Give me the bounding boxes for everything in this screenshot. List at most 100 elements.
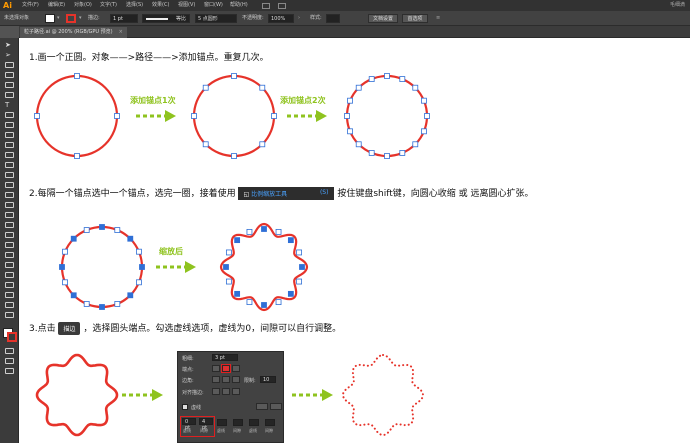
artboard[interactable]: 1.画一个正圆。对象——>路径——>添加锚点。重复几次。 添加锚点1次 添加锚点… bbox=[19, 38, 690, 443]
bevel-join-icon[interactable] bbox=[232, 376, 240, 383]
eyedropper-tool-icon[interactable] bbox=[5, 242, 14, 248]
draw-mode-icon[interactable] bbox=[5, 358, 14, 364]
graphic-style-picker[interactable] bbox=[326, 14, 340, 23]
direct-selection-tool-icon[interactable]: ➢ bbox=[5, 52, 14, 59]
column-graph-tool-icon[interactable] bbox=[5, 272, 14, 278]
align-center-icon[interactable] bbox=[212, 388, 220, 395]
dash-3-input[interactable] bbox=[249, 419, 259, 426]
anchor-point bbox=[421, 97, 427, 104]
paintbrush-tool-icon[interactable] bbox=[5, 132, 14, 138]
anchor-point bbox=[299, 264, 305, 270]
scaled-wavy-shape bbox=[219, 222, 309, 312]
chevron-right-icon[interactable]: › bbox=[298, 14, 304, 23]
menu-help[interactable]: 帮助(H) bbox=[230, 0, 248, 11]
mesh-tool-icon[interactable] bbox=[5, 222, 14, 228]
workspace-switcher[interactable]: 毛细滴 bbox=[670, 0, 685, 11]
pen-tool-icon[interactable] bbox=[5, 82, 14, 88]
magic-wand-tool-icon[interactable] bbox=[5, 62, 14, 68]
round-join-icon[interactable] bbox=[222, 376, 230, 383]
projecting-cap-icon[interactable] bbox=[232, 365, 240, 372]
align-icon[interactable]: ≡ bbox=[436, 14, 446, 23]
anchor-point bbox=[412, 84, 419, 91]
menu-file[interactable]: 文件(F) bbox=[22, 0, 39, 11]
line-tool-icon[interactable] bbox=[5, 112, 14, 118]
gap-3-input[interactable] bbox=[265, 419, 275, 426]
gradient-tool-icon[interactable] bbox=[5, 232, 14, 238]
symbol-sprayer-tool-icon[interactable] bbox=[5, 262, 14, 268]
pencil-tool-icon[interactable] bbox=[5, 142, 14, 148]
stroke-color-swatch[interactable] bbox=[7, 332, 17, 342]
limit-input[interactable]: 10 bbox=[260, 376, 276, 383]
butt-cap-icon[interactable] bbox=[212, 365, 220, 372]
dash-2-input[interactable] bbox=[217, 419, 227, 426]
bridge-icon[interactable] bbox=[262, 3, 270, 9]
opacity-input[interactable]: 100% bbox=[268, 14, 294, 23]
chevron-down-icon[interactable]: ▾ bbox=[57, 14, 63, 23]
menu-object[interactable]: 对象(O) bbox=[74, 0, 92, 11]
fill-swatch[interactable] bbox=[45, 14, 55, 23]
curvature-tool-icon[interactable] bbox=[5, 92, 14, 98]
anchor-point bbox=[355, 84, 362, 91]
zoom-tool-icon[interactable] bbox=[5, 312, 14, 318]
free-transform-tool-icon[interactable] bbox=[5, 192, 14, 198]
eraser-tool-icon[interactable] bbox=[5, 152, 14, 158]
round-cap-highlight bbox=[221, 364, 231, 373]
artboard-tool-icon[interactable] bbox=[5, 282, 14, 288]
anchor-point bbox=[99, 304, 105, 310]
stroke-weight-input[interactable]: 1 pt bbox=[110, 14, 138, 23]
menu-window[interactable]: 窗口(W) bbox=[204, 0, 223, 11]
stroke-swatch[interactable] bbox=[66, 14, 76, 23]
document-tab[interactable]: 粒子路径.ai @ 200% (RGB/GPU 预览) × bbox=[20, 27, 127, 38]
wavy-shape-dotted bbox=[341, 353, 425, 437]
anchor-points-8 bbox=[191, 73, 277, 159]
profile-line-icon bbox=[146, 18, 168, 20]
shape-outline bbox=[341, 353, 425, 437]
document-setup-button[interactable]: 文档设置 bbox=[368, 14, 398, 23]
arrange-documents-icon[interactable] bbox=[278, 3, 286, 9]
menu-edit[interactable]: 编辑(E) bbox=[48, 0, 65, 11]
anchor-point bbox=[74, 153, 80, 159]
shape-outline bbox=[219, 222, 309, 312]
hand-tool-icon[interactable] bbox=[5, 302, 14, 308]
menu-view[interactable]: 视图(V) bbox=[178, 0, 195, 11]
arrow-2 bbox=[287, 110, 327, 122]
miter-join-icon[interactable] bbox=[212, 376, 220, 383]
anchor-point bbox=[421, 128, 427, 135]
slice-tool-icon[interactable] bbox=[5, 292, 14, 298]
anchor-point bbox=[347, 97, 353, 104]
perspective-grid-tool-icon[interactable] bbox=[5, 212, 14, 218]
anchor-point bbox=[202, 84, 209, 91]
preferences-button[interactable]: 首选项 bbox=[402, 14, 428, 23]
shape-builder-tool-icon[interactable] bbox=[5, 202, 14, 208]
step-3-prefix: 3.点击 bbox=[29, 324, 56, 334]
align-inside-icon[interactable] bbox=[222, 388, 230, 395]
blend-tool-icon[interactable] bbox=[5, 252, 14, 258]
color-mode-icon[interactable] bbox=[5, 348, 14, 354]
close-icon[interactable]: × bbox=[119, 29, 123, 35]
dash-align-icon[interactable] bbox=[270, 403, 282, 410]
align-outside-icon[interactable] bbox=[232, 388, 240, 395]
stroke-label: 描边: bbox=[88, 15, 100, 21]
scale-tool-icon[interactable] bbox=[5, 172, 14, 178]
weight-input[interactable]: 3 pt bbox=[212, 354, 238, 361]
menu-effect[interactable]: 效果(C) bbox=[152, 0, 169, 11]
selection-tool-icon[interactable]: ➤ bbox=[5, 42, 14, 49]
variable-width-profile[interactable]: 等比 bbox=[142, 14, 190, 23]
lasso-tool-icon[interactable] bbox=[5, 72, 14, 78]
screen-mode-icon[interactable] bbox=[5, 368, 14, 374]
menu-type[interactable]: 文字(T) bbox=[100, 0, 117, 11]
brush-definition[interactable]: 5 点圆形 bbox=[195, 14, 237, 23]
anchor-point bbox=[261, 302, 267, 308]
rotate-tool-icon[interactable] bbox=[5, 162, 14, 168]
step-3-text: 3.点击 描边 ，选择圆头端点。勾选虚线选项，虚线为0，间隙可以自行调整。 bbox=[29, 321, 341, 335]
width-tool-icon[interactable] bbox=[5, 182, 14, 188]
type-tool-icon[interactable]: T bbox=[5, 102, 14, 109]
anchor-point bbox=[246, 228, 253, 235]
gap-2-input[interactable] bbox=[233, 419, 243, 426]
chevron-down-icon[interactable]: ▾ bbox=[79, 14, 85, 23]
dashed-checkbox[interactable] bbox=[182, 404, 188, 410]
anchor-point bbox=[234, 290, 241, 297]
menu-select[interactable]: 选择(S) bbox=[126, 0, 143, 11]
dash-preserve-icon[interactable] bbox=[256, 403, 268, 410]
rectangle-tool-icon[interactable] bbox=[5, 122, 14, 128]
